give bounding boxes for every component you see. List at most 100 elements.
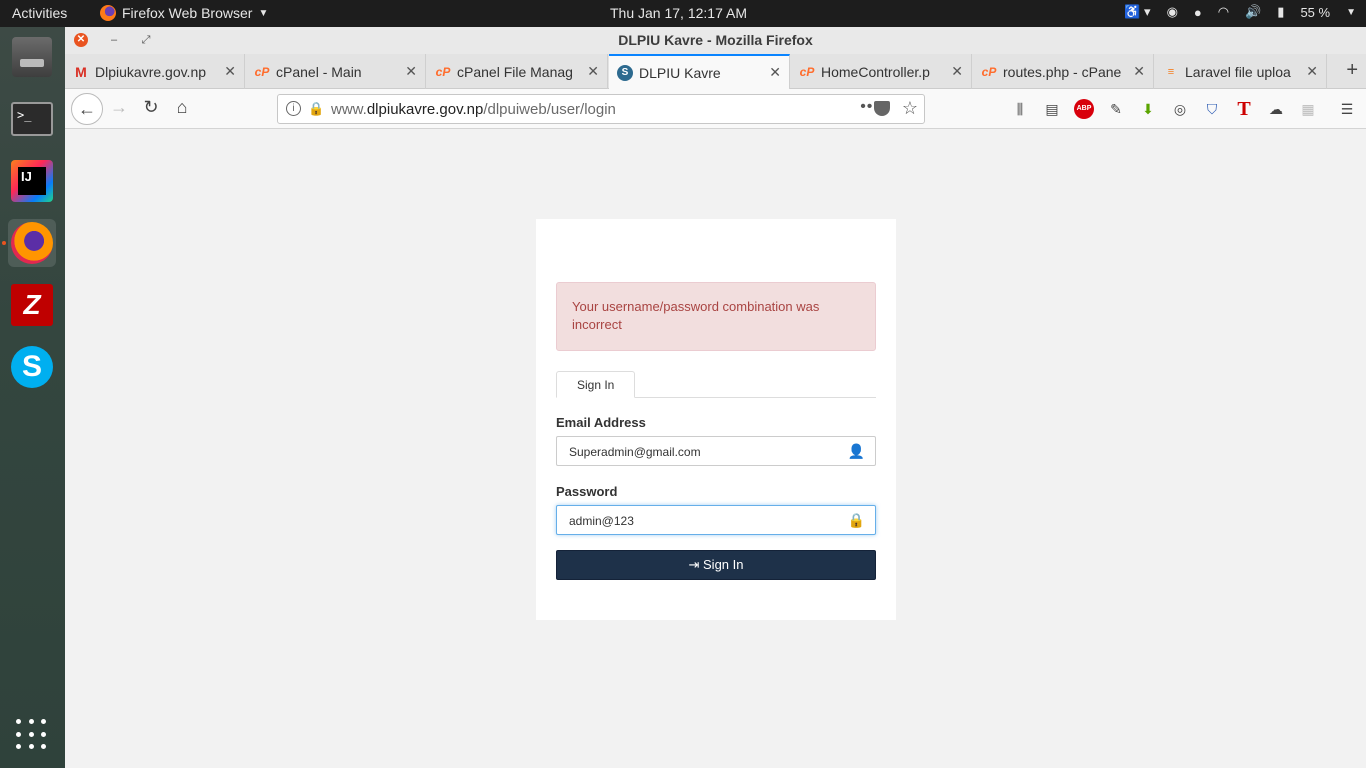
- new-tab-button[interactable]: +: [1346, 59, 1358, 82]
- grid-extension-icon[interactable]: ▦: [1298, 99, 1318, 119]
- hamburger-menu-icon[interactable]: ☰: [1337, 99, 1357, 119]
- tab-routes[interactable]: cP routes.php - cPane ✕: [973, 54, 1154, 89]
- activities-button[interactable]: Activities: [12, 5, 67, 21]
- top-panel: Activities Firefox Web Browser ▼ Thu Jan…: [0, 0, 1366, 27]
- tab-gmail[interactable]: M Dlpiukavre.gov.np ✕: [65, 54, 245, 89]
- filezilla-icon: Z: [11, 284, 53, 326]
- user-icon: 👤: [847, 443, 865, 459]
- wifi-icon[interactable]: ◠: [1218, 4, 1229, 20]
- email-label: Email Address: [556, 415, 646, 430]
- error-alert: Your username/password combination was i…: [556, 282, 876, 351]
- app-menu[interactable]: Firefox Web Browser ▼: [100, 5, 268, 21]
- cpanel-icon: cP: [435, 64, 451, 79]
- info-icon[interactable]: i: [286, 101, 301, 116]
- intellij-icon: IJ: [11, 160, 53, 202]
- reload-button[interactable]: ↻: [139, 97, 163, 118]
- password-value: admin@123: [569, 514, 634, 528]
- files-launcher[interactable]: [8, 33, 56, 81]
- tab-label: routes.php - cPane: [1003, 63, 1122, 80]
- email-field[interactable]: Superadmin@gmail.com 👤: [556, 436, 876, 466]
- tab-label: cPanel File Manag: [457, 63, 573, 80]
- sign-in-button[interactable]: ⇥ Sign In: [556, 550, 876, 580]
- home-button[interactable]: ⌂: [170, 97, 194, 118]
- back-button[interactable]: ←: [71, 93, 103, 125]
- password-field[interactable]: admin@123 🔒: [556, 505, 876, 535]
- tab-strip: M Dlpiukavre.gov.np ✕ cP cPanel - Main ✕…: [65, 54, 1366, 89]
- tab-laravel[interactable]: ≡ Laravel file uploa ✕: [1155, 54, 1327, 89]
- library-icon[interactable]: ⫼: [1010, 99, 1030, 119]
- tab-label: cPanel - Main: [276, 63, 362, 80]
- battery-percent: 55 %: [1300, 4, 1331, 20]
- site-icon: S: [617, 64, 633, 81]
- skype-icon: S: [11, 346, 53, 388]
- running-indicator: [2, 241, 6, 245]
- tab-cpanel-main[interactable]: cP cPanel - Main ✕: [246, 54, 426, 89]
- intellij-launcher[interactable]: IJ: [8, 157, 56, 205]
- cloud-icon[interactable]: ☁: [1266, 99, 1286, 119]
- adblock-icon[interactable]: ABP: [1074, 99, 1094, 119]
- forward-button[interactable]: →: [107, 97, 131, 118]
- clock[interactable]: Thu Jan 17, 12:17 AM: [610, 5, 747, 21]
- close-icon[interactable]: ✕: [1306, 63, 1318, 80]
- accessibility-icon[interactable]: ♿ ▾: [1124, 4, 1150, 20]
- url-domain: dlpiukavre.gov.np: [366, 101, 484, 118]
- tab-homecontroller[interactable]: cP HomeController.p ✕: [791, 54, 972, 89]
- show-applications-button[interactable]: [16, 719, 48, 751]
- chevron-down-icon[interactable]: ▼: [1346, 7, 1356, 18]
- eyedropper-icon[interactable]: ✎: [1106, 99, 1126, 119]
- close-icon[interactable]: ✕: [224, 63, 236, 80]
- close-icon[interactable]: ✕: [587, 63, 599, 80]
- url-text[interactable]: www.dlpiukavre.gov.np/dlpuiweb/user/logi…: [331, 101, 616, 118]
- firefox-icon: [100, 5, 116, 21]
- pocket-icon[interactable]: [874, 101, 890, 116]
- bookmark-star-icon[interactable]: ☆: [902, 98, 918, 119]
- password-label: Password: [556, 484, 618, 499]
- gmail-icon: M: [75, 63, 87, 80]
- tab-sign-in[interactable]: Sign In: [556, 371, 636, 398]
- window-title: DLPIU Kavre - Mozilla Firefox: [618, 32, 813, 48]
- firefox-launcher[interactable]: [8, 219, 56, 267]
- skype-launcher[interactable]: S: [8, 343, 56, 391]
- navigation-toolbar: ← → ↻ ⌂ i 🔒 www.dlpiukavre.gov.np/dlpuiw…: [65, 89, 1366, 129]
- cpanel-icon: cP: [981, 64, 997, 79]
- notification-icon[interactable]: ●: [1194, 5, 1202, 20]
- url-bar[interactable]: i 🔒 www.dlpiukavre.gov.np/dlpuiweb/user/…: [277, 94, 925, 124]
- url-path: /dlpuiweb/user/login: [483, 101, 616, 118]
- firefox-icon: [11, 222, 53, 264]
- sidebar-icon[interactable]: ▤: [1042, 99, 1062, 119]
- stackoverflow-icon: ≡: [1167, 65, 1175, 78]
- terminal-launcher[interactable]: >_: [8, 95, 56, 143]
- shield-icon[interactable]: ⛉: [1202, 99, 1222, 119]
- close-icon[interactable]: ✕: [1133, 63, 1145, 80]
- close-icon[interactable]: ✕: [405, 63, 417, 80]
- tab-label: HomeController.p: [821, 63, 930, 80]
- tab-label: Dlpiukavre.gov.np: [95, 63, 207, 80]
- cpanel-icon: cP: [254, 64, 270, 79]
- email-value: Superadmin@gmail.com: [569, 445, 701, 459]
- terminal-icon: >_: [11, 102, 53, 136]
- lock-icon: 🔒: [847, 512, 865, 528]
- sign-in-label: Sign In: [703, 557, 744, 572]
- app-menu-label: Firefox Web Browser: [122, 5, 253, 21]
- title-bar[interactable]: ✕ – ⤢ DLPIU Kavre - Mozilla Firefox: [65, 27, 1366, 54]
- close-icon[interactable]: ✕: [769, 64, 781, 81]
- page-content: Your username/password combination was i…: [65, 129, 1366, 768]
- download-icon[interactable]: ⬇: [1138, 99, 1158, 119]
- tab-cpanel-file-manager[interactable]: cP cPanel File Manag ✕: [427, 54, 608, 89]
- battery-icon[interactable]: ▮: [1277, 4, 1284, 20]
- login-card: Your username/password combination was i…: [536, 219, 896, 620]
- dock: >_ IJ Z S: [0, 27, 65, 768]
- tab-dlpiu-kavre[interactable]: S DLPIU Kavre ✕: [609, 54, 790, 89]
- translate-icon[interactable]: T: [1234, 99, 1254, 119]
- tab-label: DLPIU Kavre: [639, 64, 721, 81]
- filezilla-launcher[interactable]: Z: [8, 281, 56, 329]
- sync-icon[interactable]: ◉: [1167, 4, 1178, 20]
- volume-icon[interactable]: 🔊: [1245, 4, 1261, 20]
- firefox-window: ✕ – ⤢ DLPIU Kavre - Mozilla Firefox M Dl…: [65, 27, 1366, 768]
- extension-icon[interactable]: ◎: [1170, 99, 1190, 119]
- sign-in-icon: ⇥: [688, 557, 700, 572]
- system-tray[interactable]: ♿ ▾ ◉ ● ◠ 🔊 ▮ 55 % ▼: [1124, 4, 1356, 20]
- cpanel-icon: cP: [799, 64, 815, 79]
- files-icon: [12, 37, 52, 77]
- close-icon[interactable]: ✕: [951, 63, 963, 80]
